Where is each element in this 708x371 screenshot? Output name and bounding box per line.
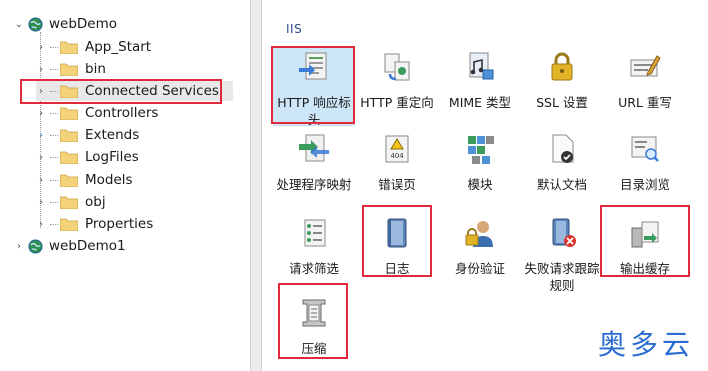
feature-label: HTTP 重定向: [360, 95, 434, 110]
chevron-right-icon[interactable]: ›: [36, 86, 46, 97]
group-title: IIS: [286, 22, 303, 36]
feature-failed-request-tracing[interactable]: 失败请求跟踪规则: [521, 216, 603, 294]
feature-ssl-settings[interactable]: SSL 设置: [521, 50, 603, 111]
error-code-text: 404: [390, 152, 404, 160]
tree-node-label: LogFiles: [85, 149, 139, 165]
feature-http-redirect[interactable]: HTTP 重定向: [356, 50, 438, 111]
feature-mime-types[interactable]: MIME 类型: [439, 50, 521, 111]
chevron-right-icon[interactable]: ›: [36, 64, 46, 75]
feature-authentication[interactable]: 身份验证: [439, 216, 521, 277]
output-caching-icon: [631, 221, 659, 248]
tree-node-logfiles[interactable]: › LogFiles: [36, 147, 139, 167]
feature-label: 请求筛选: [288, 261, 339, 276]
folder-icon: [60, 196, 78, 209]
tree-node-obj[interactable]: › obj: [36, 192, 106, 212]
chevron-right-icon[interactable]: ›: [36, 152, 46, 163]
web-project-globe-icon: [28, 16, 43, 32]
http-headers-icon: [299, 52, 327, 80]
feature-default-document[interactable]: 默认文档: [521, 132, 603, 193]
mime-types-icon: [469, 52, 494, 80]
feature-error-pages[interactable]: 404 错误页: [356, 132, 438, 193]
folder-icon: [60, 85, 78, 98]
feature-label: 处理程序映射: [276, 177, 352, 192]
chevron-right-icon[interactable]: ›: [36, 219, 46, 230]
feature-label: 默认文档: [536, 177, 587, 192]
tree-node-bin[interactable]: › bin: [36, 59, 106, 79]
chevron-right-icon[interactable]: ›: [36, 130, 46, 141]
logging-icon: [387, 218, 407, 248]
default-document-icon: [552, 134, 574, 163]
tree-node-label: App_Start: [85, 39, 152, 55]
tree-node-controllers[interactable]: › Controllers: [36, 103, 158, 123]
folder-icon: [60, 174, 78, 187]
feature-label: 输出缓存: [619, 261, 670, 276]
failed-request-tracing-icon: [552, 218, 576, 247]
feature-label: MIME 类型: [448, 95, 512, 110]
tree-node-label: Connected Services: [85, 83, 219, 99]
web-project-globe-icon: [28, 238, 43, 254]
chevron-right-icon[interactable]: ›: [14, 241, 24, 252]
folder-icon: [60, 218, 78, 231]
chevron-right-icon[interactable]: ›: [36, 175, 46, 186]
feature-handler-mappings[interactable]: 处理程序映射: [273, 132, 355, 193]
authentication-icon: [465, 221, 493, 247]
chevron-right-icon[interactable]: ›: [36, 197, 46, 208]
tree-node-label: webDemo1: [49, 238, 126, 254]
folder-icon: [60, 63, 78, 76]
panel-splitter[interactable]: [250, 0, 262, 371]
feature-output-caching[interactable]: 输出缓存: [604, 216, 686, 277]
folder-icon: [60, 151, 78, 164]
solution-explorer-tree: ⌄ webDemo › App_Start › bin › Connected …: [0, 0, 250, 371]
tree-node-label: bin: [85, 61, 106, 77]
modules-icon: [468, 136, 494, 164]
url-rewrite-icon: [630, 55, 661, 77]
tree-node-label: Properties: [85, 216, 154, 232]
feature-label: 错误页: [378, 177, 416, 192]
tree-node-models[interactable]: › Models: [36, 170, 133, 190]
feature-label: 目录浏览: [619, 177, 670, 192]
tree-node-extends[interactable]: › Extends: [36, 125, 139, 145]
directory-browsing-icon: [631, 136, 659, 162]
folder-icon: [60, 107, 78, 120]
feature-directory-browsing[interactable]: 目录浏览: [604, 132, 686, 193]
feature-label: 压缩: [301, 341, 327, 356]
feature-label: 模块: [467, 177, 493, 192]
tree-node-connected-services[interactable]: › Connected Services: [36, 81, 233, 101]
feature-http-response-headers[interactable]: HTTP 响应标头: [273, 46, 355, 127]
feature-label: URL 重写: [618, 95, 672, 110]
feature-logging[interactable]: 日志: [356, 216, 438, 277]
tree-node-label: Controllers: [85, 105, 159, 121]
ssl-lock-icon: [551, 52, 573, 81]
iis-features-view: IIS HTTP 响应标头 HTTP 重定向 MIME 类型 SSL 设置 UR…: [262, 0, 708, 371]
feature-label: 失败请求跟踪规则: [524, 261, 600, 293]
chevron-right-icon[interactable]: ›: [36, 108, 46, 119]
tree-node-label: webDemo: [49, 16, 118, 32]
chevron-right-icon[interactable]: ›: [36, 42, 46, 53]
feature-compression[interactable]: 压缩: [273, 296, 355, 357]
feature-label: HTTP 响应标头: [277, 95, 351, 127]
http-redirect-icon: [384, 53, 410, 81]
tree-node-label: Extends: [85, 127, 140, 143]
feature-label: 日志: [384, 261, 410, 276]
compression-icon: [302, 299, 326, 327]
error-pages-icon: 404: [385, 135, 409, 163]
folder-icon: [60, 41, 78, 54]
request-filtering-icon: [304, 219, 326, 247]
tree-node-properties[interactable]: › Properties: [36, 214, 153, 234]
feature-modules[interactable]: 模块: [439, 132, 521, 193]
folder-icon: [60, 129, 78, 142]
feature-request-filtering[interactable]: 请求筛选: [273, 216, 355, 277]
feature-url-rewrite[interactable]: URL 重写: [604, 50, 686, 111]
feature-label: SSL 设置: [536, 95, 588, 110]
watermark-logo: 奥多云: [597, 328, 694, 361]
tree-node-webdemo[interactable]: ⌄ webDemo: [14, 14, 117, 34]
tree-node-label: Models: [85, 172, 133, 188]
tree-node-webdemo1[interactable]: › webDemo1: [14, 236, 126, 256]
chevron-down-icon[interactable]: ⌄: [14, 19, 24, 30]
feature-label: 身份验证: [454, 261, 505, 276]
tree-node-label: obj: [85, 194, 106, 210]
tree-node-app-start[interactable]: › App_Start: [36, 37, 151, 57]
handler-mappings-icon: [299, 134, 329, 162]
